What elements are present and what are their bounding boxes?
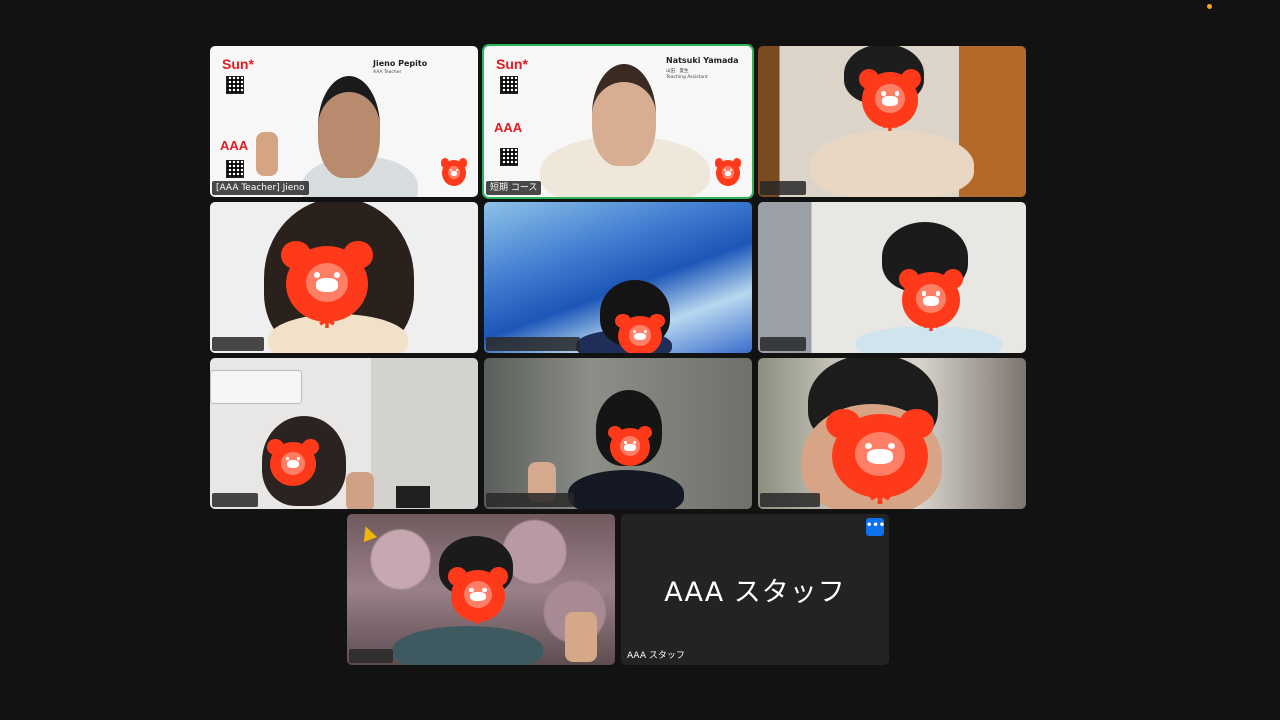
more-options-button[interactable]: ••• [866,518,886,536]
participant-name-label [349,649,393,663]
participant-name-label: AAA スタッフ [627,651,685,661]
bear-mascot-icon [615,313,665,353]
slide-presenter-jp-name: 山田 夏生 [666,69,689,74]
participant-name-label [760,493,820,507]
video-tile-student[interactable] [484,358,752,509]
video-tile-student[interactable]: ✱ [758,202,1026,353]
video-tile-student[interactable]: ✱ [758,46,1026,197]
video-tile-student[interactable] [484,202,752,353]
video-tile-student[interactable]: ✱ [347,514,615,665]
participant-name-label: [AAA Teacher] Jieno [212,181,309,195]
bear-mascot-icon: ✱ [898,268,964,335]
participant-name-label [486,337,580,351]
video-tile-student[interactable] [210,358,478,509]
qr-code-icon [500,76,518,94]
brand-logo-aaa: AAA [220,138,249,153]
qr-code-icon [226,160,244,178]
slide-presenter-role: AAA Teacher [373,70,402,75]
brand-logo-sun: Sun* [222,56,254,72]
participant-face [318,76,380,178]
bear-mascot-icon: ✱ [281,241,373,332]
bear-mascot-icon [714,158,742,186]
poster-box [396,486,430,508]
participant-body [810,130,974,197]
video-tile-staff-video-off[interactable]: ••• AAA スタッフ AAA スタッフ [621,514,889,665]
hand-peace-sign [256,132,278,176]
participant-name-label: 短期 コース [486,181,542,195]
participant-display-name: AAA スタッフ [664,577,846,608]
bear-mascot-icon: ✱ [858,68,922,135]
recording-indicator-dot [1207,4,1212,9]
video-tile-student[interactable]: ✱ [758,358,1026,509]
qr-code-icon [226,76,244,94]
bear-mascot-icon [267,439,319,486]
bear-mascot-icon [440,158,468,186]
participant-face [592,64,656,166]
participant-name-label [760,181,806,195]
qr-code-icon [500,148,518,166]
participant-name-label [760,337,806,351]
bear-mascot-icon: ✱ [447,566,509,629]
video-tile-student[interactable]: ✱ [210,202,478,353]
air-conditioner-unit [210,370,302,404]
bear-mascot-icon: ✱ [826,408,934,509]
participant-name-label [486,493,574,507]
participant-body [568,470,684,509]
video-tile-assistant[interactable]: Sun* AAA Natsuki Yamada 山田 夏生 Teaching A… [484,46,752,197]
slide-presenter-role: Teaching Assistant [666,75,708,80]
brand-logo-aaa: AAA [494,120,523,135]
slide-presenter-name: Jieno Pepito [373,59,428,68]
more-horizontal-icon: ••• [866,520,886,531]
hand-peace-sign [346,472,374,509]
participant-name-label [212,337,264,351]
participant-body [393,626,543,665]
video-tile-teacher[interactable]: Sun* AAA Jieno Pepito AAA Teacher [AAA T… [210,46,478,197]
slide-presenter-name: Natsuki Yamada [666,56,739,65]
hand-peace-sign [565,612,597,662]
pointer-cursor-icon [359,524,377,542]
brand-logo-sun: Sun* [496,56,528,72]
bear-mascot-icon [607,425,653,466]
participant-name-label [212,493,258,507]
